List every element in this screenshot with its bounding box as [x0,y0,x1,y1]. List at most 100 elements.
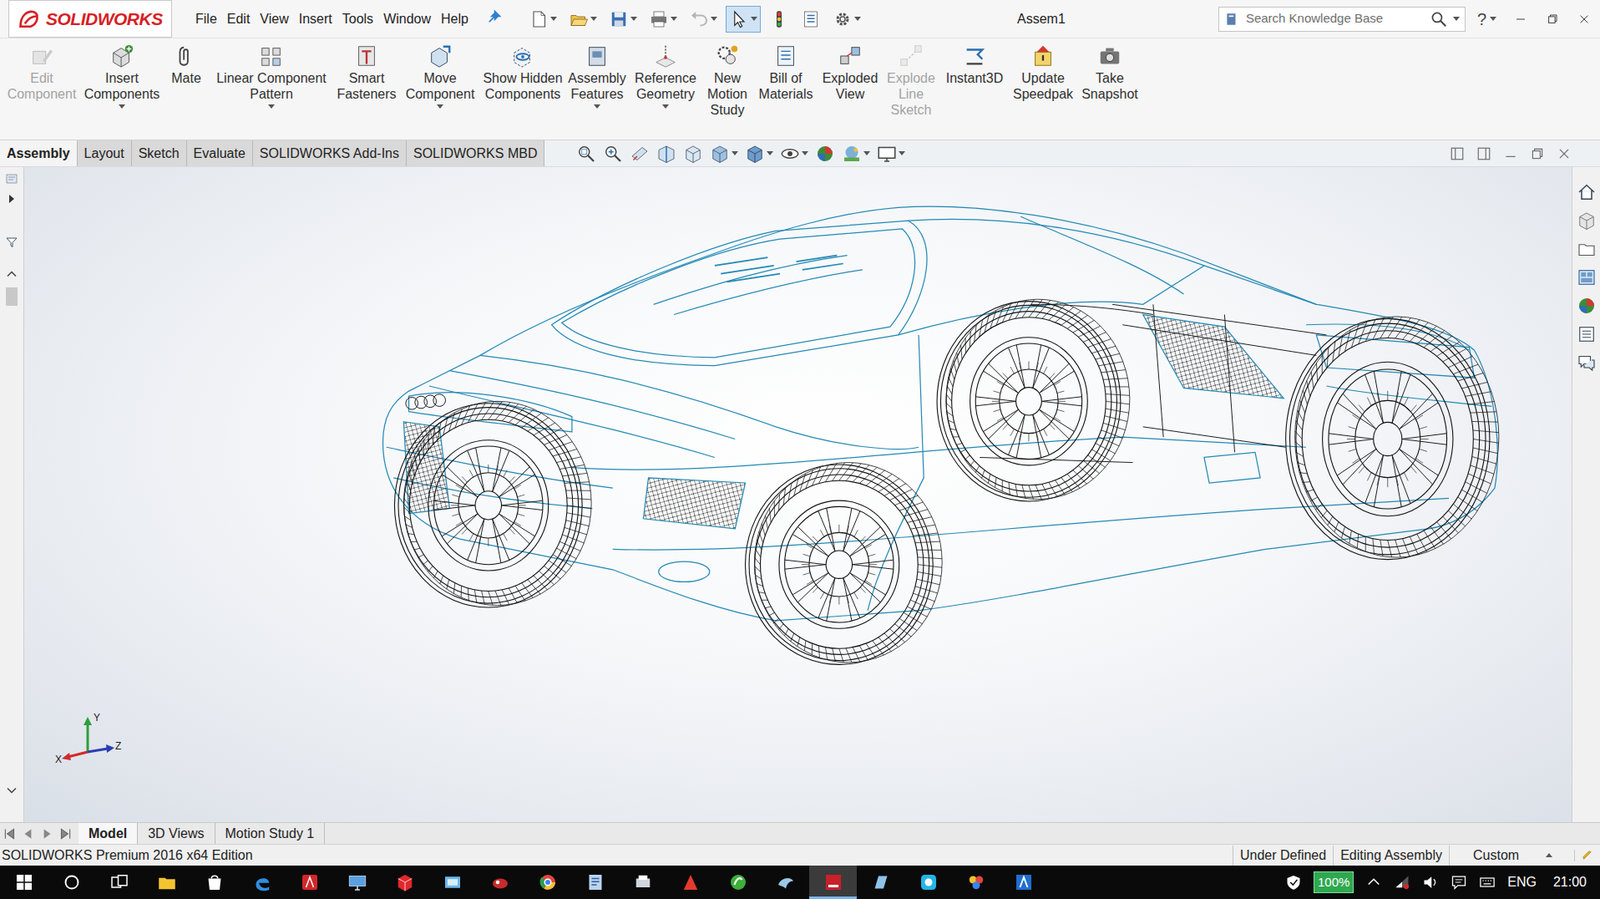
select-arrow-icon[interactable] [729,9,750,30]
move-component-icon[interactable] [427,43,453,69]
help-button[interactable]: ? [1477,6,1487,32]
file-properties-icon[interactable] [800,9,821,30]
ribbon-label[interactable]: Edit Component [5,70,79,103]
dropdown-caret-icon[interactable] [766,151,774,156]
display-style-icon[interactable] [744,143,765,164]
dropdown-caret-icon[interactable] [750,16,758,21]
zoom-to-fit-icon[interactable] [576,143,597,164]
dropdown-slot[interactable] [436,102,444,111]
acrobat-icon[interactable] [299,871,320,892]
explode-line-sketch-icon[interactable] [898,43,924,69]
save-icon[interactable] [608,9,629,30]
window-button[interactable] [1504,6,1537,32]
instant3d-icon[interactable] [962,43,988,69]
dropdown-caret-icon[interactable] [731,151,739,156]
edge-browser-icon[interactable] [252,871,273,892]
appearances-icon[interactable] [1576,295,1597,316]
dropdown-caret-icon[interactable] [662,104,669,109]
view-tool[interactable] [629,143,650,164]
dropdown-caret-icon[interactable] [898,151,906,156]
tab-label[interactable]: SOLIDWORKS MBD [413,143,537,164]
print-icon[interactable] [648,9,669,30]
feature-tree-icon[interactable] [5,172,19,186]
view-tool[interactable] [709,143,739,164]
zoom-area-icon[interactable] [602,143,623,164]
reference-geometry-icon[interactable] [653,43,679,69]
dropdown-caret-icon[interactable] [436,104,444,109]
ribbon-label[interactable]: Reference Geometry [631,70,700,103]
taskbar-button[interactable] [0,865,48,899]
command-tab[interactable]: SOLIDWORKS MBD [406,140,545,167]
tab-label[interactable]: SOLIDWORKS Add-Ins [259,143,400,164]
assembly-features-icon[interactable] [584,43,610,69]
menu-item[interactable]: Insert [293,7,338,31]
status-text[interactable]: Custom [1473,845,1519,866]
taskbar-app[interactable] [190,865,238,899]
dropdown-caret-icon[interactable] [593,104,601,109]
model-tab[interactable]: Model [78,822,138,844]
taskbar-app[interactable] [237,865,286,899]
camera-snapshot-icon[interactable] [1097,43,1123,69]
ribbon-button[interactable]: Exploded View [818,43,882,137]
apply-scene-icon[interactable] [841,143,862,164]
tab-label[interactable]: Sketch [138,143,180,164]
dropdown-caret-icon[interactable] [630,16,638,21]
edit-appearance-icon[interactable] [815,143,836,164]
ribbon-button[interactable]: Update Speedpak [1008,43,1078,137]
logo-text[interactable]: SOLIDWORKS [45,5,163,33]
graphics-area[interactable]: YXZ [24,167,1572,822]
ribbon-label[interactable]: Update Speedpak [1010,70,1076,103]
ribbon-button[interactable]: Mate [163,43,209,137]
dropdown-caret-icon[interactable] [863,151,871,156]
ribbon-label[interactable]: Show Hidden Components [482,70,563,103]
view-palette-icon[interactable] [1576,267,1597,288]
taskbar-app[interactable] [523,865,572,899]
quick-tool-button[interactable] [765,5,793,33]
close-icon[interactable] [1575,10,1593,28]
view-tool[interactable] [683,143,704,164]
menu-item[interactable]: Help [435,7,474,31]
menu-item[interactable]: View [254,7,294,31]
section-view-icon[interactable] [656,143,677,164]
network-icon[interactable] [1393,873,1411,891]
ribbon-label[interactable]: Instant3D [946,70,1003,87]
ribbon-button[interactable]: Explode Line Sketch [881,43,941,137]
store-bag-icon[interactable] [204,871,225,892]
design-library-icon[interactable] [1576,210,1597,231]
touch-keyboard-icon[interactable] [1478,873,1496,891]
window-button[interactable] [1568,6,1600,32]
dropdown-slot[interactable] [593,102,601,111]
view-tool[interactable] [779,143,809,164]
clock[interactable]: 21:00 [1548,871,1592,892]
solidworks-app-icon[interactable] [823,871,844,892]
open-folder-icon[interactable] [568,9,589,30]
tag-icon[interactable] [1581,849,1594,861]
show-hidden-icons-chevron-icon[interactable] [1365,873,1383,891]
units-selector[interactable]: Custom [1448,845,1575,866]
taskbar-app[interactable] [951,865,1000,899]
taskbar-app[interactable] [761,865,810,899]
hide-show-icon[interactable] [779,143,800,164]
defender-shield-icon[interactable] [1285,873,1302,891]
tab-label[interactable]: Evaluate [193,143,246,164]
help-menu[interactable]: ? [1477,6,1497,32]
ribbon-label[interactable]: Explode Line Sketch [883,70,939,119]
tab-label[interactable]: Layout [84,143,125,164]
taskbar-app[interactable] [618,865,667,899]
dropdown-slot[interactable] [268,102,275,111]
ribbon-button[interactable]: Smart Fasteners [334,43,400,137]
quick-tool-button[interactable] [565,5,601,33]
view-tool[interactable] [576,143,597,164]
tab-label[interactable]: Assembly [6,143,71,164]
view-tool[interactable] [876,143,906,164]
view-tool[interactable] [744,143,774,164]
ribbon-button[interactable]: Move Component [399,43,482,137]
motion-study-icon[interactable] [714,43,740,69]
filter-icon[interactable] [5,235,19,249]
dropdown-caret-icon[interactable] [710,16,718,21]
search-icon[interactable] [1429,10,1449,29]
task-view-icon[interactable] [109,871,130,892]
bill-of-materials-icon[interactable] [773,43,799,69]
command-tab[interactable]: Layout [77,140,132,167]
ribbon-label[interactable]: Bill of Materials [754,70,817,103]
